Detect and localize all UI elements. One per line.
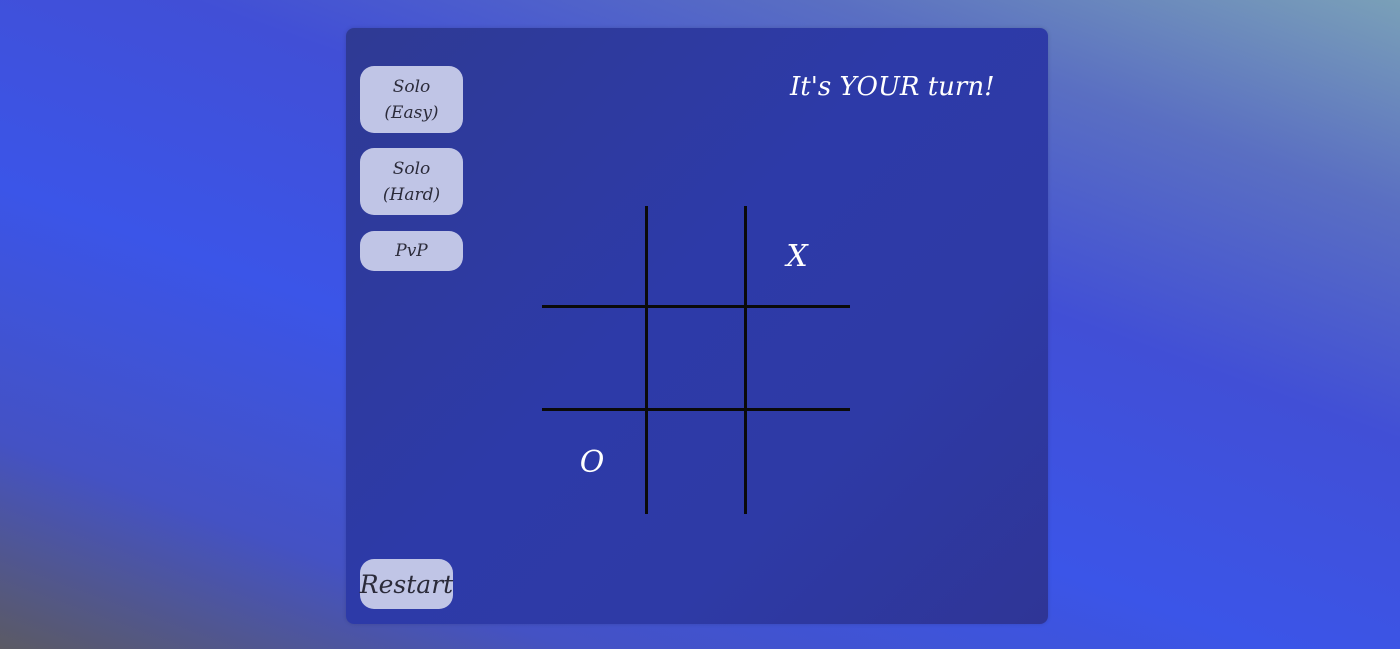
board-cell-1[interactable] — [646, 206, 746, 306]
board-cell-7[interactable] — [646, 412, 746, 512]
board-cell-3[interactable] — [542, 309, 642, 409]
game-panel: Solo (Easy) Solo (Hard) PvP It's YOUR tu… — [346, 28, 1048, 624]
grid-line-horizontal-2 — [542, 408, 850, 411]
grid-line-vertical-2 — [744, 206, 747, 514]
board-cell-2[interactable]: X — [747, 206, 847, 306]
pvp-button[interactable]: PvP — [360, 231, 463, 271]
board-cell-8[interactable] — [747, 412, 847, 512]
solo-easy-button[interactable]: Solo (Easy) — [360, 66, 463, 133]
grid-line-horizontal-1 — [542, 305, 850, 308]
solo-easy-label-line1: Solo — [392, 76, 431, 97]
grid-line-vertical-1 — [645, 206, 648, 514]
board-cell-4[interactable] — [646, 309, 746, 409]
restart-button[interactable]: Restart — [360, 559, 453, 609]
pvp-label: PvP — [395, 241, 428, 261]
solo-hard-label-line1: Solo — [392, 158, 431, 179]
solo-easy-label-line2: (Easy) — [384, 102, 439, 123]
solo-hard-label-line2: (Hard) — [382, 184, 441, 205]
board-cell-6[interactable]: O — [542, 412, 642, 512]
board-cell-5[interactable] — [747, 309, 847, 409]
board-cell-0[interactable] — [542, 206, 642, 306]
turn-status: It's YOUR turn! — [790, 72, 995, 102]
solo-hard-button[interactable]: Solo (Hard) — [360, 148, 463, 215]
tic-tac-toe-board: X O — [542, 206, 852, 516]
